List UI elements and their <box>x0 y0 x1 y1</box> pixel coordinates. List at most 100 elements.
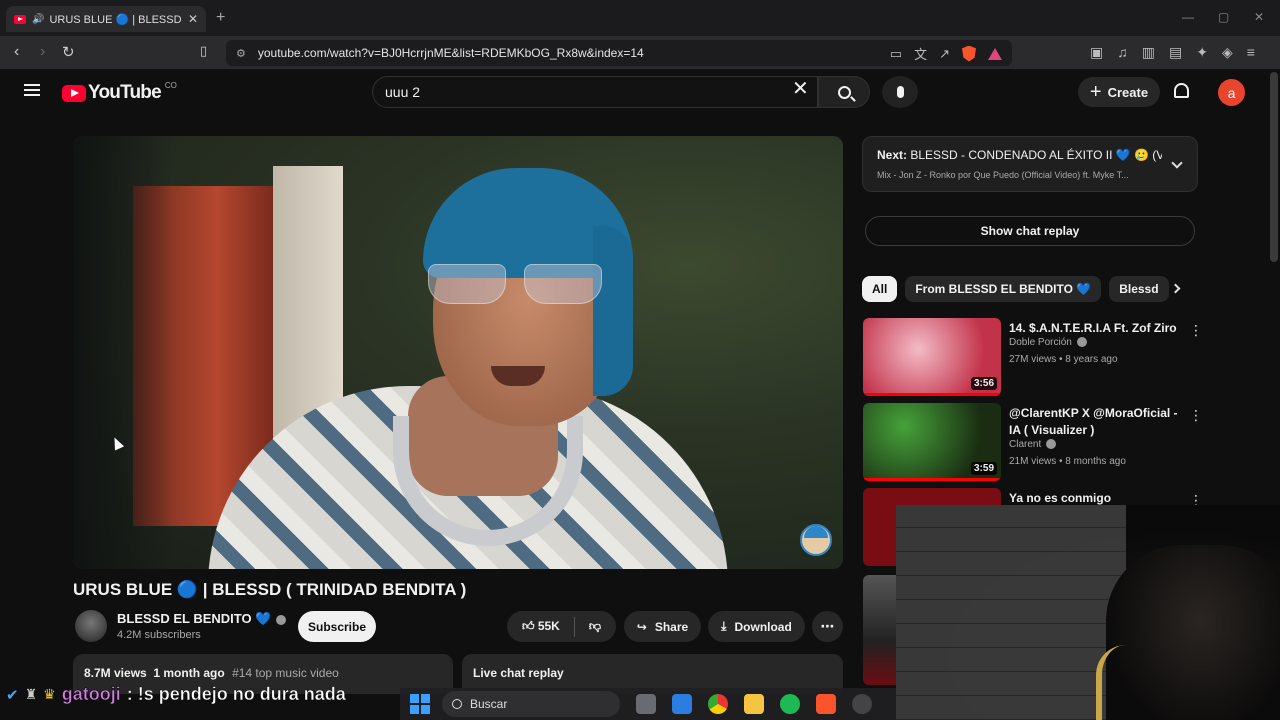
video-title: URUS BLUE 🔵 | BLESSD ( TRINIDAD BENDITA … <box>73 580 467 599</box>
plus-icon: + <box>1089 81 1102 103</box>
task-view-icon[interactable] <box>636 694 656 714</box>
video-frame-hair-side <box>593 226 633 396</box>
playlist-next-card[interactable]: Next: BLESSD - CONDENADO AL ÉXITO II 💙 🥲… <box>862 136 1198 192</box>
video-channel-text: Doble Porción <box>1009 337 1072 348</box>
trophy-badge-icon: ♜ <box>24 686 38 702</box>
youtube-header: YouTube CO uuu 2 ✕ + Create a <box>0 70 1268 116</box>
like-button[interactable]: 👍︎ 55K <box>522 619 560 634</box>
more-actions-button[interactable]: ⋯ <box>812 611 843 642</box>
video-duration: 3:56 <box>970 377 997 390</box>
channel-avatar[interactable] <box>75 610 107 642</box>
windows-start-icon[interactable] <box>410 694 430 714</box>
video-title[interactable]: @ClarentKP X @MoraOficial - IA ( Visuali… <box>1009 405 1179 439</box>
page-scrollbar[interactable] <box>1270 72 1278 262</box>
share-button[interactable]: ↪ Share <box>624 611 701 642</box>
file-explorer-icon[interactable] <box>744 694 764 714</box>
next-subtitle: Mix - Jon Z - Ronko por Que Puedo (Offic… <box>877 170 1129 180</box>
channel-name[interactable]: BLESSD EL BENDITO 💙 <box>117 611 287 627</box>
brave-shields-icon[interactable] <box>962 45 976 62</box>
video-title[interactable]: 14. $.A.N.T.E.R.I.A Ft. Zof Ziro <box>1009 320 1179 337</box>
share-page-icon[interactable]: ↗ <box>939 46 950 62</box>
more-vert-icon[interactable]: ⋮ <box>1189 322 1203 339</box>
list-item[interactable]: 3:59 @ClarentKP X @MoraOficial - IA ( Vi… <box>863 403 1203 483</box>
live-chat-label: Live chat replay <box>473 666 564 680</box>
guide-menu-icon[interactable] <box>24 84 40 96</box>
webcam-overlay <box>896 505 1280 720</box>
browser-tab[interactable]: 🔊 URUS BLUE 🔵 | BLESSD ( TRI ✕ <box>6 6 206 32</box>
search-icon <box>452 699 462 709</box>
site-settings-icon[interactable]: ⚙ <box>236 47 246 60</box>
new-tab-button[interactable]: + <box>216 9 225 27</box>
video-player[interactable] <box>73 136 843 569</box>
brave-icon[interactable] <box>816 694 836 714</box>
video-meta: 27M views • 8 years ago <box>1009 354 1118 365</box>
close-tab-icon[interactable]: ✕ <box>188 12 198 26</box>
screenshot-icon[interactable]: ▣ <box>1090 44 1103 61</box>
chart-tag[interactable]: #14 top music video <box>232 666 339 680</box>
next-title: BLESSD - CONDENADO AL ÉXITO II 💙 🥲 (VI..… <box>910 148 1162 162</box>
clear-search-icon[interactable]: ✕ <box>792 79 809 99</box>
channel-watermark-icon[interactable] <box>800 524 832 556</box>
media-icon[interactable]: ♫ <box>1117 44 1128 61</box>
account-avatar[interactable]: a <box>1218 79 1245 106</box>
youtube-logo[interactable]: YouTube CO <box>62 81 177 104</box>
speaker-icon[interactable]: 🔊 <box>32 14 44 25</box>
crown-badge-icon: ♛ <box>43 686 56 702</box>
webcam-jersey <box>1096 645 1156 720</box>
reload-icon[interactable]: ↻ <box>62 43 75 61</box>
more-vert-icon[interactable]: ⋮ <box>1189 407 1203 424</box>
more-icon: ⋯ <box>820 618 835 634</box>
chip-from-channel[interactable]: From BLESSD EL BENDITO 💙 <box>905 276 1102 302</box>
bookmark-icon[interactable]: ▯ <box>200 43 207 59</box>
brave-rewards-icon[interactable] <box>988 47 1002 60</box>
voice-search-button[interactable] <box>882 76 918 108</box>
close-window-icon[interactable]: ✕ <box>1254 10 1264 24</box>
list-item[interactable]: 3:56 14. $.A.N.T.E.R.I.A Ft. Zof Ziro Do… <box>863 318 1203 398</box>
upload-age: 1 month ago <box>153 666 225 680</box>
video-thumbnail[interactable]: 3:56 <box>863 318 1001 396</box>
next-video-line: Next: BLESSD - CONDENADO AL ÉXITO II 💙 🥲… <box>877 148 1162 162</box>
download-button[interactable]: ⤓ Download <box>708 611 805 642</box>
address-bar[interactable]: ⚙ youtube.com/watch?v=BJ0HcrrjnME&list=R… <box>226 40 1012 66</box>
chip-blessd[interactable]: Blessd <box>1109 276 1169 302</box>
obs-icon[interactable] <box>852 694 872 714</box>
watch-progress-bar <box>863 478 1001 481</box>
chat-message: : !s pendejo no dura nada <box>126 684 346 704</box>
leo-ai-icon[interactable]: ✦ <box>1196 44 1208 61</box>
share-label: Share <box>654 619 689 634</box>
taskbar-search-input[interactable]: Buscar <box>442 691 620 717</box>
show-chat-replay-button[interactable]: Show chat replay <box>865 216 1195 246</box>
video-channel[interactable]: Doble Porción <box>1009 337 1087 348</box>
download-icon: ⤓ <box>721 619 727 633</box>
create-button[interactable]: + Create <box>1078 77 1160 107</box>
chrome-icon[interactable] <box>708 694 728 714</box>
video-thumbnail[interactable]: 3:59 <box>863 403 1001 481</box>
search-input[interactable]: uuu 2 <box>372 76 818 108</box>
video-channel[interactable]: Clarent <box>1009 439 1057 450</box>
menu-icon[interactable]: ≡ <box>1247 44 1255 61</box>
video-thumbnail[interactable] <box>863 575 896 685</box>
notifications-bell-icon[interactable] <box>1174 83 1189 98</box>
chip-all[interactable]: All <box>862 276 898 302</box>
url-text: youtube.com/watch?v=BJ0HcrrjnME&list=RDE… <box>257 46 644 60</box>
store-icon[interactable] <box>672 694 692 714</box>
chevron-right-icon[interactable] <box>1170 283 1181 294</box>
subscribe-button[interactable]: Subscribe <box>298 611 376 642</box>
maximize-icon[interactable]: ▢ <box>1218 10 1229 24</box>
sidebar-icon[interactable]: ▥ <box>1142 44 1155 61</box>
cast-icon[interactable]: ▭ <box>890 46 902 62</box>
chevron-down-icon[interactable] <box>1171 157 1183 169</box>
next-prefix: Next: <box>877 148 908 162</box>
dislike-button[interactable]: 👎︎ <box>589 619 601 634</box>
minimize-icon[interactable]: — <box>1182 10 1194 24</box>
search-button[interactable] <box>818 76 870 108</box>
translate-icon[interactable]: 文 <box>914 44 927 63</box>
wallet-icon[interactable]: ▤ <box>1169 44 1182 61</box>
video-frame-glasses <box>428 264 608 306</box>
back-icon[interactable]: ‹ <box>14 43 19 61</box>
vpn-icon[interactable]: ◈ <box>1222 44 1233 61</box>
spotify-icon[interactable] <box>780 694 800 714</box>
forward-icon[interactable]: › <box>40 43 45 61</box>
filter-chips: All From BLESSD EL BENDITO 💙 Blessd <box>862 276 1169 302</box>
download-label: Download <box>734 619 792 634</box>
